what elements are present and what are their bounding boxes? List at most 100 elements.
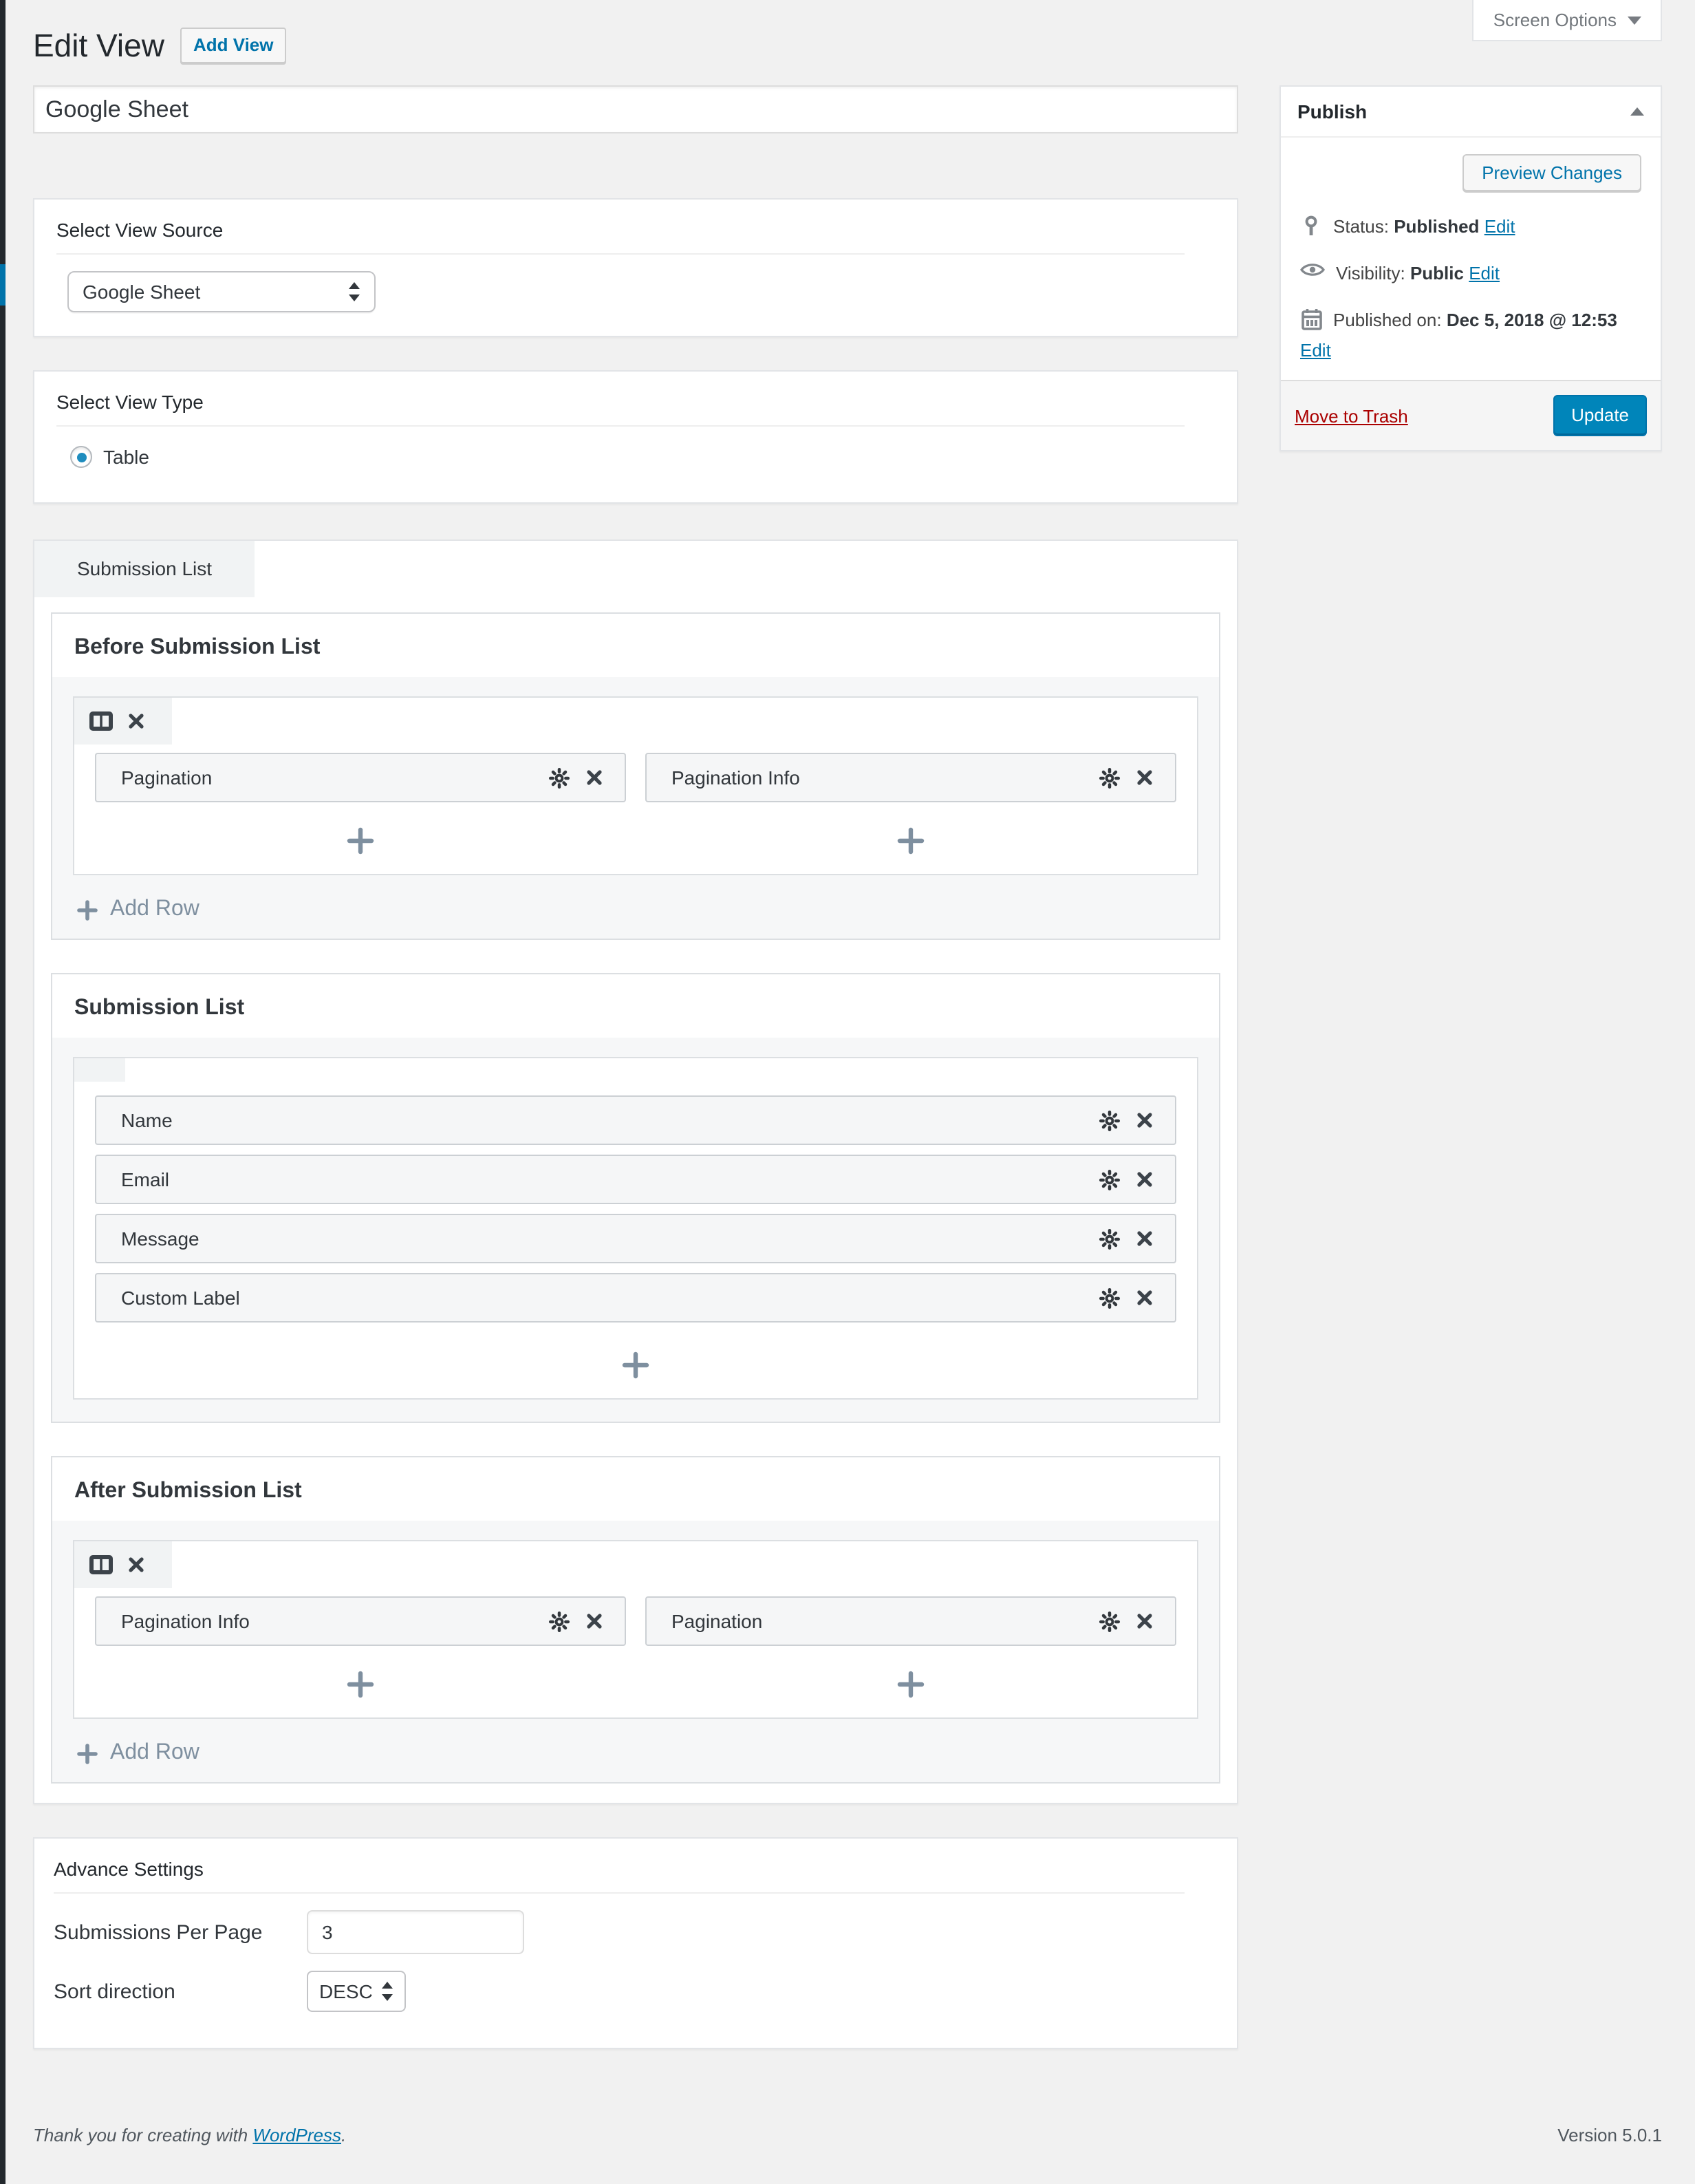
add-row-label: Add Row (110, 897, 199, 922)
row-delete-icon[interactable] (128, 713, 144, 729)
field-message[interactable]: Message (95, 1214, 1176, 1263)
gear-icon[interactable] (549, 1611, 570, 1631)
gear-icon[interactable] (1099, 1611, 1120, 1631)
section-header: Submission List (52, 974, 1219, 1038)
plus-icon (345, 824, 376, 857)
plus-icon (620, 1349, 651, 1382)
select-arrows-icon (381, 1982, 393, 2001)
add-view-button[interactable]: Add View (181, 28, 286, 63)
visibility-label: Visibility: (1336, 263, 1405, 283)
sort-direction-label: Sort direction (54, 1980, 307, 2003)
add-field-button[interactable] (95, 1349, 1176, 1382)
field-delete-icon[interactable] (586, 1613, 603, 1629)
footer-version: Version 5.0.1 (1557, 2125, 1662, 2145)
view-title-input[interactable] (33, 85, 1238, 133)
field-pagination[interactable]: Pagination (95, 753, 626, 802)
gear-icon[interactable] (549, 767, 570, 788)
field-delete-icon[interactable] (1136, 1230, 1153, 1247)
edit-view-page: Screen Options Edit View Add View Select… (0, 0, 1695, 2184)
add-row-button[interactable]: Add Row (73, 875, 1198, 939)
submission-list-section: Submission List Name (51, 973, 1220, 1423)
builder-body: Before Submission List Paginat (34, 612, 1237, 1803)
submission-list-title: Submission List (74, 996, 1197, 1021)
gear-icon[interactable] (1099, 1169, 1120, 1190)
field-delete-icon[interactable] (586, 769, 603, 786)
field-label: Message (121, 1228, 1099, 1250)
edit-status-link[interactable]: Edit (1485, 216, 1515, 237)
status-row: Status: Published Edit (1300, 215, 1641, 238)
status-value: Published (1394, 216, 1479, 237)
tab-submission-list[interactable]: Submission List (34, 541, 255, 597)
before-submission-list-section: Before Submission List Paginat (51, 612, 1220, 940)
edit-visibility-link[interactable]: Edit (1469, 263, 1500, 283)
gear-icon[interactable] (1099, 1110, 1120, 1131)
field-delete-icon[interactable] (1136, 1613, 1153, 1629)
row-column: Pagination (645, 1596, 1176, 1717)
columns-layout-icon[interactable] (89, 711, 113, 731)
field-label: Pagination Info (121, 1610, 549, 1632)
field-delete-icon[interactable] (1136, 1289, 1153, 1306)
columns-layout-icon[interactable] (89, 1555, 113, 1574)
gear-icon[interactable] (1099, 1228, 1120, 1249)
field-name[interactable]: Name (95, 1095, 1176, 1145)
select-view-source-heading: Select View Source (56, 219, 1185, 255)
visibility-value: Public (1410, 263, 1464, 283)
field-email[interactable]: Email (95, 1155, 1176, 1204)
plus-icon (77, 899, 98, 920)
preview-changes-button[interactable]: Preview Changes (1462, 154, 1641, 191)
add-row-label: Add Row (110, 1741, 199, 1766)
radio-selected-icon (70, 446, 92, 468)
add-field-button[interactable] (95, 1668, 626, 1701)
add-row-button[interactable]: Add Row (73, 1719, 1198, 1782)
field-pagination-info[interactable]: Pagination Info (645, 753, 1176, 802)
select-arrows-icon (348, 282, 360, 301)
field-pagination[interactable]: Pagination (645, 1596, 1176, 1646)
publish-header[interactable]: Publish (1281, 87, 1661, 138)
field-delete-icon[interactable] (1136, 1171, 1153, 1188)
rows-area: Pagination (52, 677, 1219, 939)
wordpress-link[interactable]: WordPress (252, 2125, 341, 2145)
row-toolbar (74, 1541, 172, 1588)
view-source-select[interactable]: Google Sheet (67, 271, 376, 312)
sort-direction-select[interactable]: DESC (307, 1971, 406, 2012)
footer-thanks: Thank you for creating with WordPress. (33, 2125, 346, 2145)
advance-settings-panel: Advance Settings Submissions Per Page So… (33, 1837, 1238, 2049)
publish-box: Publish Preview Changes Status: Publishe… (1280, 85, 1662, 451)
chevron-up-icon[interactable] (1630, 107, 1644, 116)
sidebar: Publish Preview Changes Status: Publishe… (1280, 85, 1662, 451)
chevron-down-icon (1628, 16, 1641, 24)
field-custom-label[interactable]: Custom Label (95, 1273, 1176, 1323)
field-label: Name (121, 1109, 1099, 1131)
add-field-button[interactable] (645, 824, 1176, 857)
field-delete-icon[interactable] (1136, 769, 1153, 786)
sort-direction-value: DESC (319, 1980, 373, 2002)
gear-icon[interactable] (1099, 1287, 1120, 1308)
footer-period: . (341, 2125, 346, 2145)
section-header: Before Submission List (52, 614, 1219, 677)
view-type-radio-table[interactable]: Table (70, 445, 1185, 469)
row-delete-icon[interactable] (128, 1556, 144, 1573)
field-label: Email (121, 1168, 1099, 1190)
add-field-button[interactable] (645, 1668, 1176, 1701)
row-column: Pagination (95, 753, 626, 874)
view-type-radio-label: Table (103, 446, 149, 468)
view-builder-panel: Submission List Before Submission List (33, 539, 1238, 1804)
submissions-per-page-input[interactable] (307, 1910, 524, 1954)
screen-options-label: Screen Options (1493, 10, 1617, 30)
field-delete-icon[interactable] (1136, 1112, 1153, 1128)
row-toolbar[interactable] (74, 1058, 125, 1082)
view-source-selected-value: Google Sheet (83, 281, 200, 303)
plus-icon (77, 1743, 98, 1764)
edit-published-date-link[interactable]: Edit (1300, 340, 1331, 361)
field-pagination-info[interactable]: Pagination Info (95, 1596, 626, 1646)
select-view-source-panel: Select View Source Google Sheet (33, 198, 1238, 337)
row-column: Pagination Info (95, 1596, 626, 1717)
field-label: Pagination Info (671, 767, 1099, 789)
move-to-trash-link[interactable]: Move to Trash (1295, 405, 1408, 426)
field-label: Pagination (671, 1610, 1099, 1632)
gear-icon[interactable] (1099, 767, 1120, 788)
add-field-button[interactable] (95, 824, 626, 857)
screen-options-toggle[interactable]: Screen Options (1473, 0, 1662, 41)
update-button[interactable]: Update (1553, 395, 1647, 436)
publish-title: Publish (1297, 100, 1367, 122)
